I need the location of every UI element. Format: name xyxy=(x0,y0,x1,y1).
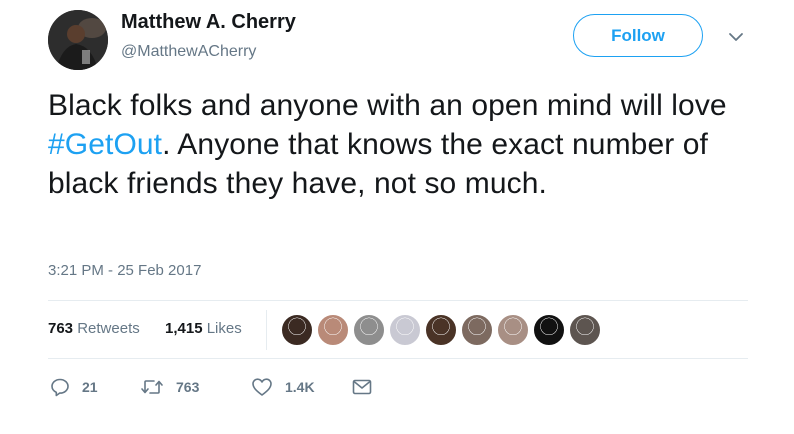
divider xyxy=(48,300,748,301)
retweets-label: Retweets xyxy=(77,320,140,337)
retweet-icon xyxy=(141,380,163,394)
retweet-count: 763 xyxy=(176,379,200,395)
author-handle[interactable]: @MatthewACherry xyxy=(121,43,256,61)
liker-avatar-1[interactable] xyxy=(281,314,313,346)
tweet-timestamp[interactable]: 3:21 PM - 25 Feb 2017 xyxy=(48,262,201,279)
liker-avatar-5[interactable] xyxy=(425,314,457,346)
reply-count: 21 xyxy=(82,379,98,395)
liker-avatar-2[interactable] xyxy=(317,314,349,346)
stats-separator xyxy=(266,310,267,350)
follow-button[interactable]: Follow xyxy=(573,14,703,57)
reply-button[interactable]: 21 xyxy=(50,376,98,398)
likes-label: Likes xyxy=(206,320,242,337)
likes-count: 1,415 xyxy=(165,320,203,337)
author-name[interactable]: Matthew A. Cherry xyxy=(121,11,296,34)
tweet-text-before: Black folks and anyone with an open mind… xyxy=(48,89,727,122)
divider xyxy=(48,358,748,359)
retweets-stat[interactable]: 763 Retweets xyxy=(48,320,140,337)
tweet-text: Black folks and anyone with an open mind… xyxy=(48,86,748,203)
reply-icon xyxy=(51,378,69,397)
liker-avatar-4[interactable] xyxy=(389,314,421,346)
liker-avatar-3[interactable] xyxy=(353,314,385,346)
likes-stat[interactable]: 1,415 Likes xyxy=(165,320,242,337)
author-avatar[interactable] xyxy=(48,10,108,70)
chevron-down-icon[interactable] xyxy=(727,28,745,46)
liker-avatar-7[interactable] xyxy=(497,314,529,346)
tweet-actions: 21 763 1.4K xyxy=(48,370,748,406)
liker-avatar-6[interactable] xyxy=(461,314,493,346)
hashtag-link[interactable]: #GetOut xyxy=(48,128,162,161)
direct-message-button[interactable] xyxy=(351,376,373,398)
tweet-card: Matthew A. Cherry @MatthewACherry Follow… xyxy=(0,0,794,434)
envelope-icon xyxy=(352,379,372,395)
retweets-count: 763 xyxy=(48,320,74,337)
like-button[interactable]: 1.4K xyxy=(251,376,315,398)
heart-icon xyxy=(252,378,272,396)
engagement-stats: 763 Retweets 1,415 Likes xyxy=(48,302,748,358)
liker-avatar-8[interactable] xyxy=(533,314,565,346)
retweet-button[interactable]: 763 xyxy=(140,376,199,398)
liker-avatar-9[interactable] xyxy=(569,314,601,346)
like-count: 1.4K xyxy=(285,379,315,395)
